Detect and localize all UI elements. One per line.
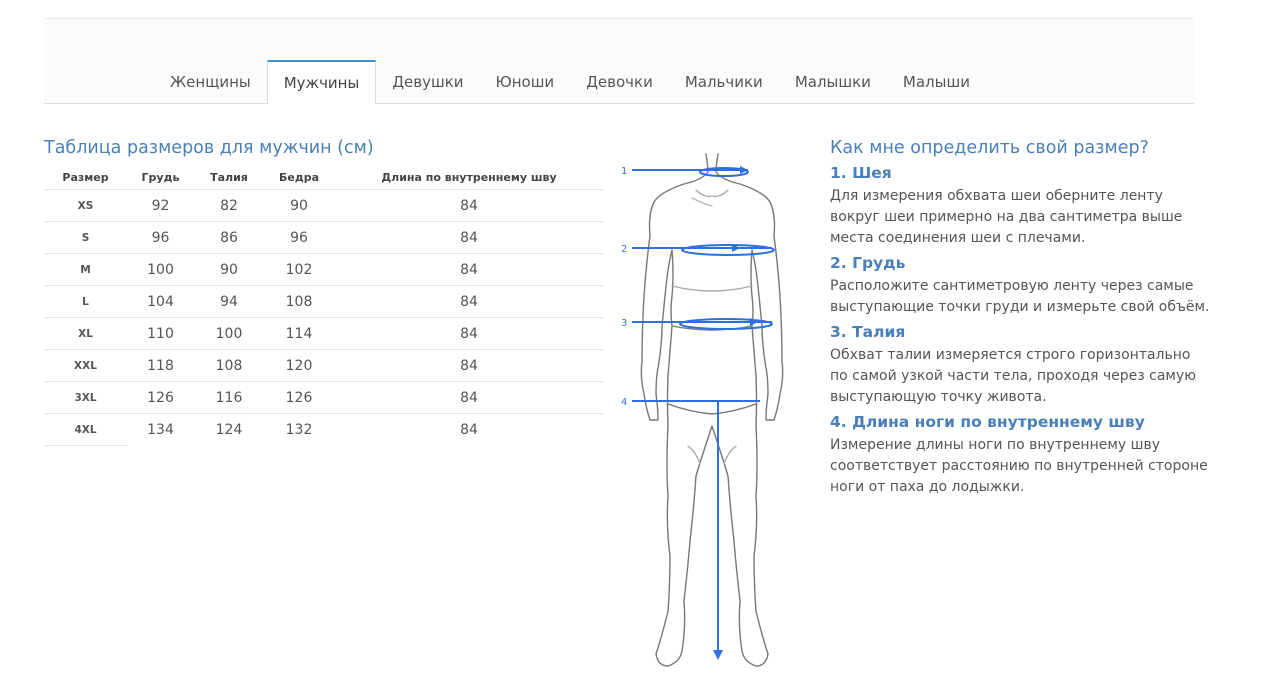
- table-row: 4XL 134 124 132 84: [44, 413, 604, 446]
- size-cell: XL: [44, 317, 127, 350]
- measure-guide: Как мне определить свой размер? 1. Шея Д…: [830, 138, 1210, 503]
- guide-step-neck: 1. Шея Для измерения обхвата шеи обернит…: [830, 164, 1210, 249]
- guide-step-waist: 3. Талия Обхват талии измеряется строго …: [830, 323, 1210, 408]
- step-text: Расположите сантиметровую ленту через са…: [830, 278, 1210, 315]
- waist-cell: 86: [194, 221, 264, 254]
- table-row: XS 92 82 90 84: [44, 189, 604, 222]
- size-cell: S: [44, 221, 127, 254]
- tab-girls-teen[interactable]: Девушки: [376, 61, 479, 103]
- hips-cell: 90: [264, 189, 334, 222]
- step-title: 3. Талия: [830, 323, 906, 341]
- inseam-arrow-icon: [713, 650, 723, 660]
- inseam-cell: 84: [334, 285, 604, 318]
- chest-cell: 92: [127, 189, 194, 222]
- table-row: 3XL 126 116 126 84: [44, 381, 604, 414]
- waist-cell: 100: [194, 317, 264, 350]
- table-row: M 100 90 102 84: [44, 253, 604, 286]
- header-chest: Грудь: [127, 166, 194, 190]
- chest-cell: 134: [147, 421, 174, 438]
- step-title: 2. Грудь: [830, 254, 906, 272]
- chest-cell: 118: [127, 349, 194, 382]
- step-text: Для измерения обхвата шеи оберните ленту…: [830, 188, 1183, 246]
- marker-neck: 1: [621, 166, 627, 177]
- step-text: Обхват талии измеряется строго горизонта…: [830, 347, 1197, 405]
- size-cell: 4XL: [44, 413, 127, 446]
- inseam-cell: 84: [334, 253, 604, 286]
- chest-cell: 104: [127, 285, 194, 318]
- step-text: Измерение длины ноги по внутреннему шву …: [830, 437, 1208, 495]
- table-row: XL 110 100 114 84: [44, 317, 604, 350]
- inseam-cell: 84: [334, 349, 604, 382]
- figure-markers: 1 2 3 4: [621, 166, 627, 408]
- hips-cell: 126: [264, 381, 334, 414]
- table-header-row: Размер Грудь Талия Бедра Длина по внутре…: [44, 166, 604, 190]
- hips-cell: 96: [264, 221, 334, 254]
- waist-cell: 90: [194, 253, 264, 286]
- marker-waist: 3: [621, 318, 627, 329]
- table-row: S 96 86 96 84: [44, 221, 604, 254]
- table-row: L 104 94 108 84: [44, 285, 604, 318]
- waist-cell: 82: [194, 189, 264, 222]
- guide-title: Как мне определить свой размер?: [830, 138, 1149, 158]
- header-hips: Бедра: [264, 166, 334, 190]
- size-cell: XXL: [44, 349, 127, 382]
- inseam-cell: 84: [334, 189, 604, 222]
- tab-men[interactable]: Мужчины: [266, 60, 377, 104]
- hips-cell: 132: [285, 421, 313, 438]
- header-waist: Талия: [194, 166, 264, 190]
- guide-step-inseam: 4. Длина ноги по внутреннему шву Измерен…: [830, 413, 1210, 498]
- inseam-cell: 84: [460, 421, 478, 438]
- chest-tape: [681, 244, 775, 256]
- size-cell: 3XL: [44, 381, 127, 414]
- tab-boys[interactable]: Мальчики: [669, 61, 779, 103]
- hips-cell: 108: [264, 285, 334, 318]
- category-tabs: Женщины Мужчины Девушки Юноши Девочки Ма…: [154, 59, 1084, 104]
- waist-tape: [679, 318, 773, 330]
- size-table-title: Таблица размеров для мужчин (см): [44, 138, 374, 158]
- header-inseam: Длина по внутреннему шву: [334, 166, 604, 190]
- hips-cell: 102: [264, 253, 334, 286]
- size-cell: M: [44, 253, 127, 286]
- marker-inseam: 4: [621, 397, 627, 408]
- chest-cell: 126: [127, 381, 194, 414]
- step-title: 4. Длина ноги по внутреннему шву: [830, 413, 1145, 431]
- waist-cell: 124: [215, 421, 243, 438]
- waist-cell: 94: [194, 285, 264, 318]
- body-measurement-figure: 1 2 3 4: [621, 153, 784, 667]
- size-cell: L: [44, 285, 127, 318]
- waist-cell: 116: [194, 381, 264, 414]
- chest-cell: 96: [127, 221, 194, 254]
- header-size: Размер: [44, 166, 127, 190]
- size-table: Размер Грудь Талия Бедра Длина по внутре…: [44, 166, 604, 446]
- body-outline: [640, 153, 784, 667]
- step-title: 1. Шея: [830, 164, 892, 182]
- tab-boys-teen[interactable]: Юноши: [480, 61, 571, 103]
- size-cell: XS: [44, 189, 127, 222]
- waist-cell: 108: [194, 349, 264, 382]
- tab-girls[interactable]: Девочки: [570, 61, 669, 103]
- marker-chest: 2: [621, 244, 627, 255]
- inseam-cell: 84: [334, 381, 604, 414]
- tab-baby-girls[interactable]: Малышки: [779, 61, 887, 103]
- tab-women[interactable]: Женщины: [154, 61, 267, 103]
- guide-step-chest: 2. Грудь Расположите сантиметровую ленту…: [830, 254, 1210, 318]
- category-tabs-bar: Женщины Мужчины Девушки Юноши Девочки Ма…: [44, 18, 1194, 104]
- table-row: XXL 118 108 120 84: [44, 349, 604, 382]
- inseam-cell: 84: [334, 317, 604, 350]
- chest-cell: 110: [127, 317, 194, 350]
- hips-cell: 114: [264, 317, 334, 350]
- hips-cell: 120: [264, 349, 334, 382]
- chest-cell: 100: [127, 253, 194, 286]
- inseam-cell: 84: [334, 221, 604, 254]
- tab-baby-boys[interactable]: Малыши: [887, 61, 986, 103]
